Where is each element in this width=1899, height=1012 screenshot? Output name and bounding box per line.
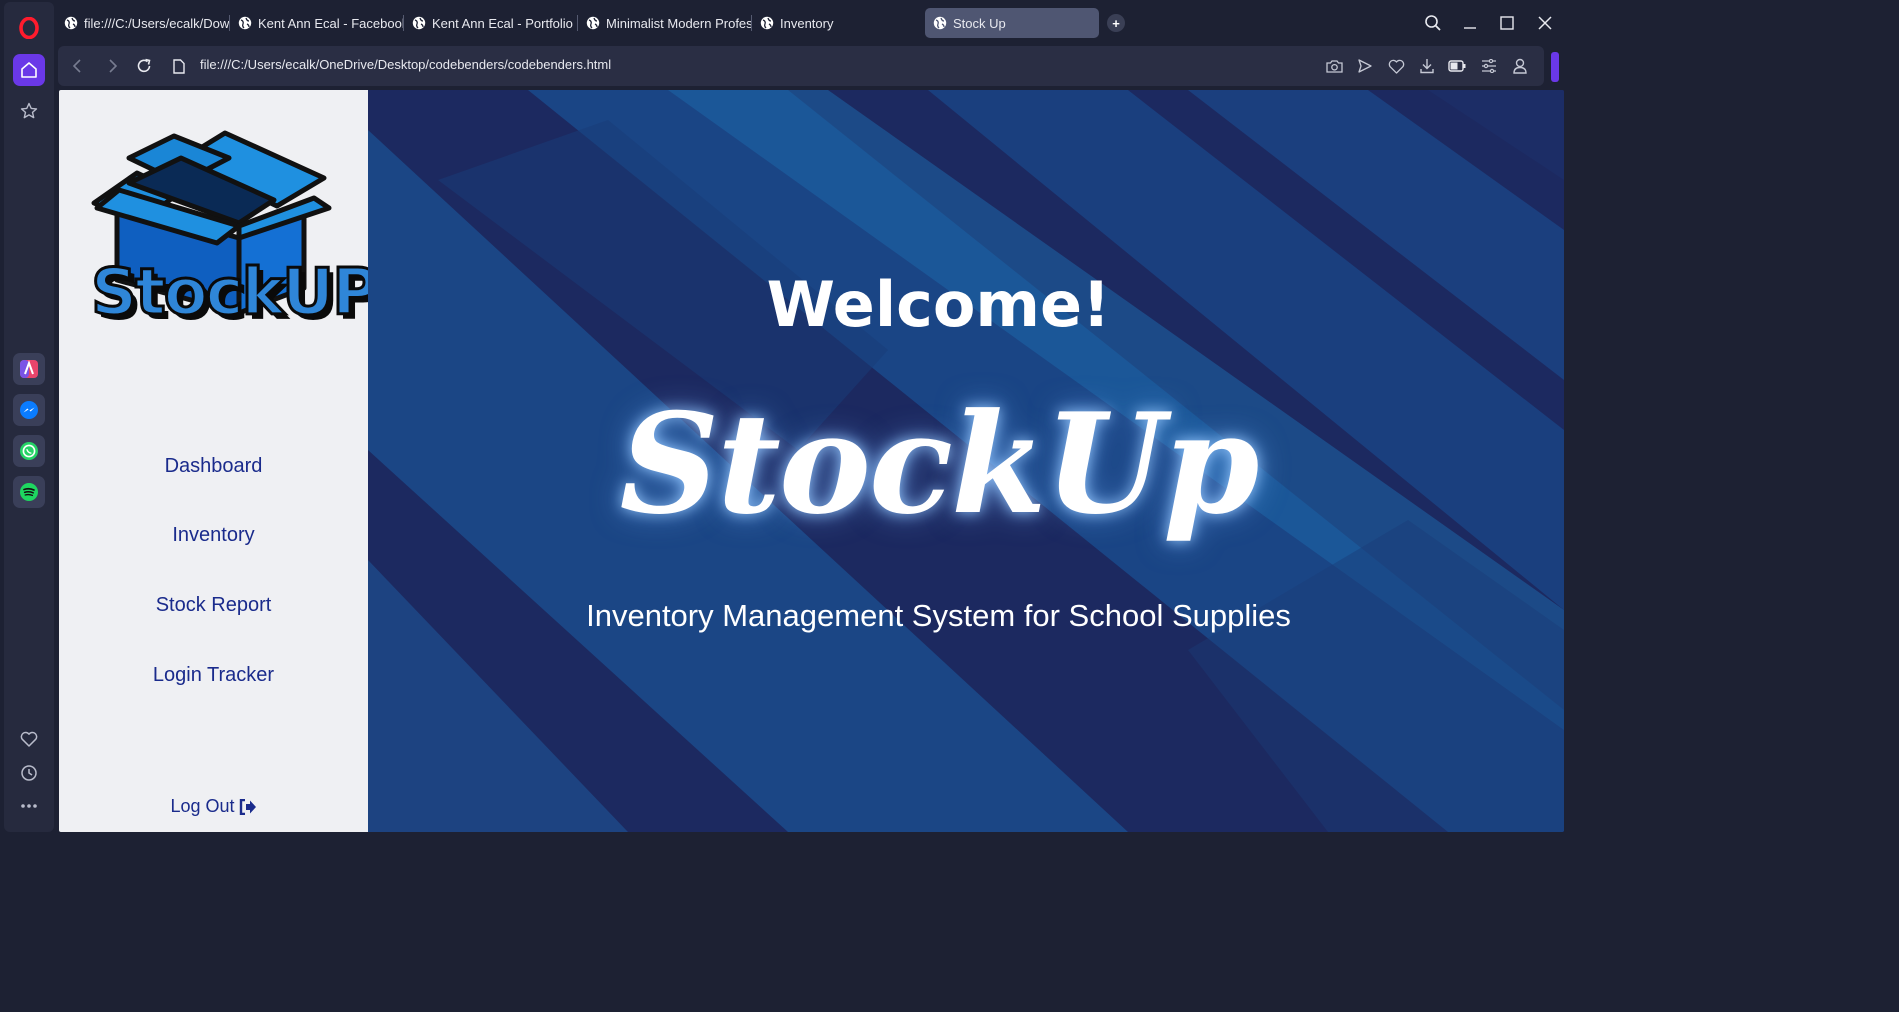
globe-icon [64, 16, 78, 30]
welcome-heading: Welcome! [766, 268, 1111, 341]
sidebar-toggle-accent[interactable] [1551, 52, 1559, 82]
history-icon[interactable] [13, 757, 45, 789]
heart-icon[interactable] [13, 723, 45, 755]
browser-tab-active[interactable]: Stock Up [925, 8, 1099, 38]
url-field[interactable]: file:///C:/Users/ecalk/OneDrive/Desktop/… [200, 57, 611, 72]
page-viewport: StockUP Dashboard Inventory Stock Report… [59, 90, 1564, 832]
aria-icon[interactable] [13, 353, 45, 385]
tab-title: Minimalist Modern Profes [606, 15, 752, 31]
tab-title: Inventory [780, 15, 834, 31]
browser-tab[interactable]: Minimalist Modern Profes [578, 8, 752, 38]
logo-wordmark: StockUP [90, 255, 381, 332]
close-icon[interactable] [1532, 10, 1558, 36]
messenger-icon[interactable] [13, 394, 45, 426]
browser-tab[interactable]: Kent Ann Ecal - Facebook [230, 8, 404, 38]
opera-logo[interactable] [13, 12, 45, 44]
address-bar: file:///C:/Users/ecalk/OneDrive/Desktop/… [58, 46, 1544, 86]
app-sidebar: StockUP Dashboard Inventory Stock Report… [59, 90, 381, 832]
globe-icon [760, 16, 774, 30]
profile-icon[interactable] [1510, 56, 1530, 76]
reload-icon[interactable] [133, 55, 155, 77]
send-icon[interactable] [1355, 56, 1375, 76]
tab-title: Stock Up [953, 15, 1006, 31]
plus-icon: + [1112, 15, 1120, 31]
stockup-logo: StockUP [89, 128, 381, 340]
hero-section: Welcome! StockUp Inventory Management Sy… [368, 90, 1564, 832]
logout-label: Log Out [170, 796, 235, 816]
opera-sidebar [0, 0, 56, 836]
back-icon[interactable] [66, 55, 88, 77]
globe-icon [586, 16, 600, 30]
forward-icon[interactable] [102, 55, 124, 77]
search-tabs-icon[interactable] [1420, 10, 1446, 36]
globe-icon [238, 16, 252, 30]
more-icon[interactable] [13, 790, 45, 822]
easy-setup-icon[interactable] [1479, 56, 1499, 76]
browser-tab[interactable]: file:///C:/Users/ecalk/Down [56, 8, 230, 38]
brand-title: StockUp [619, 382, 1260, 545]
globe-icon [412, 16, 426, 30]
whatsapp-icon[interactable] [13, 435, 45, 467]
minimize-icon[interactable] [1457, 10, 1483, 36]
battery-icon[interactable] [1447, 56, 1467, 76]
new-tab-button[interactable]: + [1107, 14, 1125, 32]
download-icon[interactable] [1417, 56, 1437, 76]
star-icon[interactable] [13, 95, 45, 127]
nav-login-tracker[interactable]: Login Tracker [59, 664, 368, 687]
browser-tab[interactable]: Kent Ann Ecal - Portfolio | [404, 8, 578, 38]
sign-out-icon [239, 798, 256, 815]
spotify-icon[interactable] [13, 476, 45, 508]
tab-title: file:///C:/Users/ecalk/Down [84, 15, 230, 31]
heart-icon[interactable] [1386, 56, 1406, 76]
browser-tab[interactable]: Inventory [752, 8, 926, 38]
nav-dashboard[interactable]: Dashboard [59, 455, 368, 478]
tab-strip: file:///C:/Users/ecalk/Down Kent Ann Eca… [56, 0, 1568, 44]
tab-title: Kent Ann Ecal - Portfolio | [432, 15, 578, 31]
globe-icon [933, 16, 947, 30]
nav-stock-report[interactable]: Stock Report [59, 594, 368, 617]
camera-icon[interactable] [1324, 56, 1344, 76]
home-icon[interactable] [13, 54, 45, 86]
tab-title: Kent Ann Ecal - Facebook [258, 15, 404, 31]
tagline: Inventory Management System for School S… [586, 598, 1291, 633]
logout-link[interactable]: Log Out [59, 796, 368, 817]
nav-inventory[interactable]: Inventory [59, 524, 368, 547]
page-file-icon[interactable] [168, 55, 190, 77]
maximize-icon[interactable] [1494, 10, 1520, 36]
